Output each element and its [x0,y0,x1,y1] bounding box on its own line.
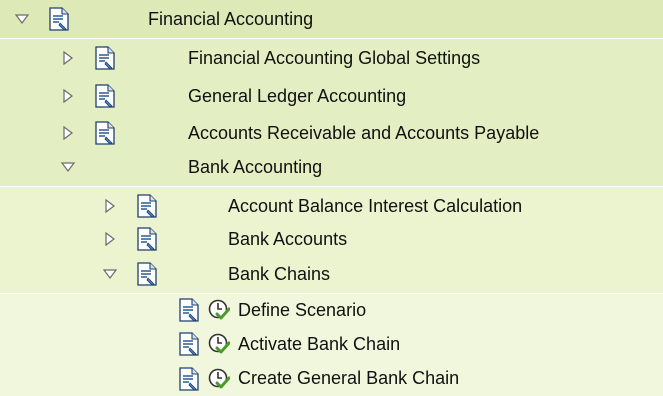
documentation-icon[interactable] [178,367,200,391]
implementation-guide-tree: Financial Accounting Financial Accountin… [0,0,663,396]
expand-triangle-icon[interactable] [60,125,76,141]
collapse-triangle-icon[interactable] [102,266,118,282]
collapse-triangle-icon[interactable] [14,11,30,27]
tree-node-bank-accounts[interactable]: Bank Accounts [0,220,663,258]
tree-node-label: Bank Chains [228,264,331,284]
documentation-icon[interactable] [48,7,70,31]
tree-node-general-ledger-accounting[interactable]: General Ledger Accounting [0,77,663,115]
tree-node-bank-accounting[interactable]: Bank Accounting [0,148,663,186]
tree-node-activate-bank-chain[interactable]: Activate Bank Chain [0,327,663,361]
tree-node-define-scenario[interactable]: Define Scenario [0,294,663,327]
execute-activity-clock-check-icon[interactable] [208,368,230,390]
tree-node-label: Financial Accounting [148,9,314,29]
tree-node-financial-accounting-global-settings[interactable]: Financial Accounting Global Settings [0,39,663,77]
tree-node-create-general-bank-chain[interactable]: Create General Bank Chain [0,361,663,396]
expand-triangle-icon[interactable] [102,198,118,214]
tree-node-label: Accounts Receivable and Accounts Payable [188,123,540,143]
collapse-triangle-icon[interactable] [60,159,76,175]
expand-triangle-icon[interactable] [60,88,76,104]
execute-activity-clock-check-icon[interactable] [208,299,230,321]
tree-node-bank-chains[interactable]: Bank Chains [0,255,663,293]
tree-node-label: Financial Accounting Global Settings [188,48,481,68]
documentation-icon[interactable] [178,332,200,356]
tree-node-label: Bank Accounting [188,157,323,177]
documentation-icon[interactable] [136,262,158,286]
documentation-icon[interactable] [94,84,116,108]
expand-triangle-icon[interactable] [102,231,118,247]
tree-node-accounts-receivable-and-payable[interactable]: Accounts Receivable and Accounts Payable [0,114,663,152]
tree-node-label: Create General Bank Chain [238,368,460,388]
tree-node-label: General Ledger Accounting [188,86,407,106]
expand-triangle-icon[interactable] [60,50,76,66]
documentation-icon[interactable] [178,298,200,322]
execute-activity-clock-check-icon[interactable] [208,333,230,355]
documentation-icon[interactable] [136,227,158,251]
documentation-icon[interactable] [94,46,116,70]
documentation-icon[interactable] [136,194,158,218]
documentation-icon[interactable] [94,121,116,145]
tree-node-label: Activate Bank Chain [238,334,401,354]
tree-node-label: Bank Accounts [228,229,348,249]
tree-node-financial-accounting[interactable]: Financial Accounting [0,0,663,38]
tree-node-label: Define Scenario [238,300,367,320]
